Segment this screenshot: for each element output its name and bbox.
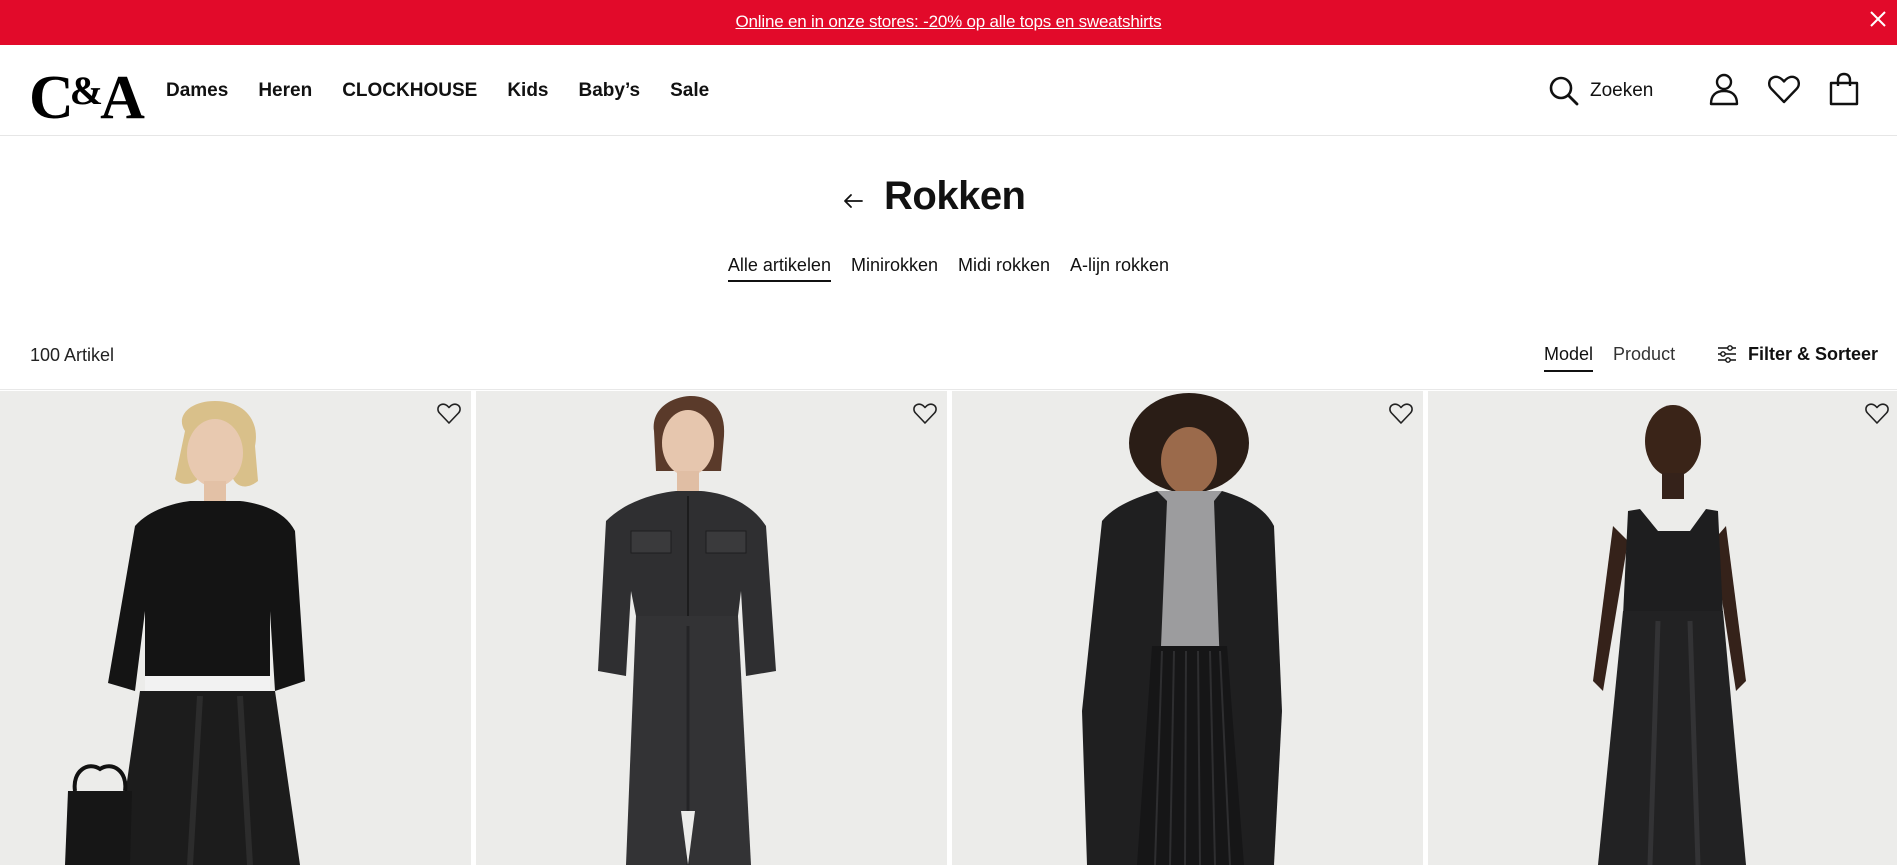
heart-outline-icon[interactable] [1863, 399, 1891, 427]
heart-icon[interactable] [1766, 71, 1802, 107]
shopping-bag-icon[interactable] [1826, 71, 1862, 107]
view-model-button[interactable]: Model [1544, 344, 1594, 372]
subcategory-tabs: Alle artikelen Minirokken Midi rokken A-… [0, 255, 1897, 282]
subcategory-all[interactable]: Alle artikelen [727, 255, 831, 282]
nav-item-sale[interactable]: Sale [670, 80, 709, 102]
product-image [952, 391, 1423, 865]
heart-outline-icon[interactable] [1387, 399, 1415, 427]
promo-bar: Online en in onze stores: -20% op alle t… [0, 0, 1897, 45]
page-header: Rokken [0, 170, 1897, 230]
nav-item-clockhouse[interactable]: CLOCKHOUSE [342, 80, 477, 102]
main-nav: Dames Heren CLOCKHOUSE Kids Baby’s Sale [166, 45, 739, 136]
sliders-icon [1718, 345, 1736, 363]
logo[interactable]: C&A [29, 63, 145, 129]
nav-item-babys[interactable]: Baby’s [579, 80, 641, 102]
subcategory-mini[interactable]: Minirokken [851, 255, 938, 282]
subcategory-a-line[interactable]: A-lijn rokken [1070, 255, 1169, 282]
arrow-left-icon[interactable] [840, 188, 866, 214]
page-title: Rokken [884, 174, 1026, 218]
product-image [476, 391, 947, 865]
close-icon[interactable] [1859, 0, 1897, 38]
nav-item-dames[interactable]: Dames [166, 80, 228, 102]
site-header: C&A Dames Heren CLOCKHOUSE Kids Baby’s S… [0, 45, 1897, 136]
filter-sort-label: Filter & Sorteer [1748, 343, 1879, 364]
product-card[interactable] [476, 391, 947, 865]
divider [0, 389, 1897, 390]
product-image [0, 391, 471, 865]
result-count: 100 Artikel [30, 345, 115, 365]
heart-outline-icon[interactable] [911, 399, 939, 427]
product-image [1428, 391, 1897, 865]
nav-item-kids[interactable]: Kids [507, 80, 548, 102]
heart-outline-icon[interactable] [435, 399, 463, 427]
search-icon [1549, 76, 1579, 106]
product-card[interactable] [1428, 391, 1897, 865]
promo-link[interactable]: Online en in onze stores: -20% op alle t… [0, 0, 1897, 45]
product-grid [0, 391, 1897, 865]
filter-sort-button[interactable]: Filter & Sorteer [1716, 343, 1878, 365]
product-card[interactable] [0, 391, 471, 865]
search-label: Zoeken [1590, 80, 1654, 101]
view-product-button[interactable]: Product [1613, 344, 1675, 372]
subcategory-midi[interactable]: Midi rokken [958, 255, 1050, 282]
product-card[interactable] [952, 391, 1423, 865]
nav-item-heren[interactable]: Heren [258, 80, 312, 102]
search-button[interactable]: Zoeken [1548, 72, 1653, 110]
view-toggle: Model Product [1544, 344, 1675, 372]
user-icon[interactable] [1706, 71, 1742, 107]
